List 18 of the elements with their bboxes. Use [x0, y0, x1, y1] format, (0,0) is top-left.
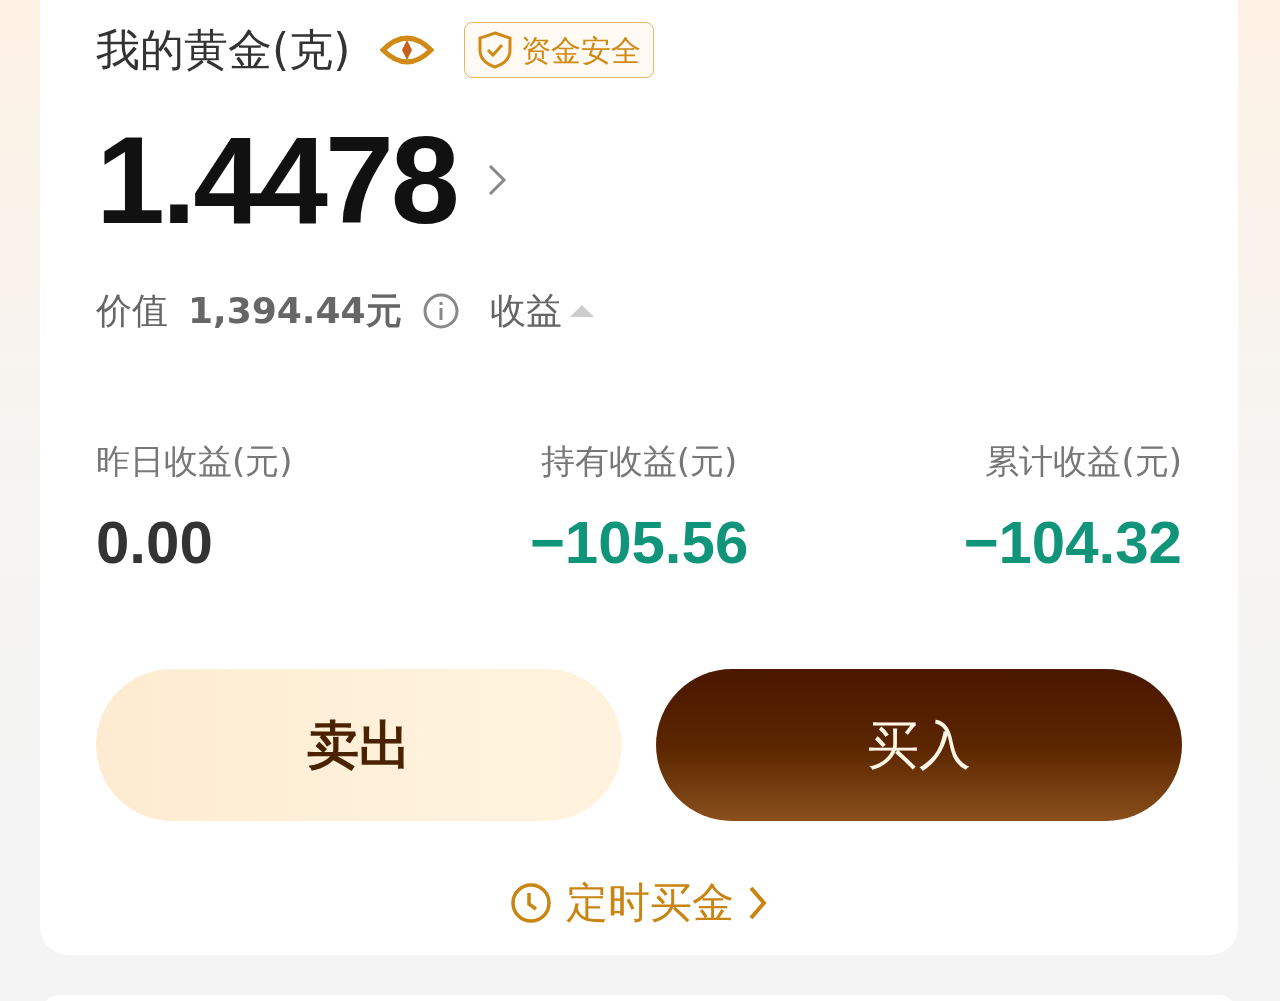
- value-amount: 1,394.44元: [188, 289, 402, 333]
- shield-check-icon: [477, 30, 514, 70]
- clock-icon: [510, 881, 552, 924]
- info-icon[interactable]: [421, 292, 460, 330]
- sell-button[interactable]: 卖出: [96, 669, 622, 821]
- chevron-right-icon[interactable]: [486, 163, 507, 197]
- stat-label: 昨日收益(元): [96, 440, 293, 483]
- badge-text: 资金安全: [521, 31, 642, 70]
- stat-label: 累计收益(元): [985, 440, 1182, 483]
- stat-value: 0.00: [96, 513, 213, 573]
- profit-toggle[interactable]: 收益: [489, 284, 596, 338]
- stat-label: 持有收益(元): [540, 440, 738, 483]
- stat-value: −104.32: [963, 513, 1182, 573]
- buy-button[interactable]: 买入: [656, 669, 1182, 821]
- holding-amount: 1.4478: [96, 118, 457, 242]
- section-title: 我的黄金(克): [96, 23, 351, 77]
- stat-value: −105.56: [529, 513, 749, 573]
- value-label: 价值: [96, 289, 168, 333]
